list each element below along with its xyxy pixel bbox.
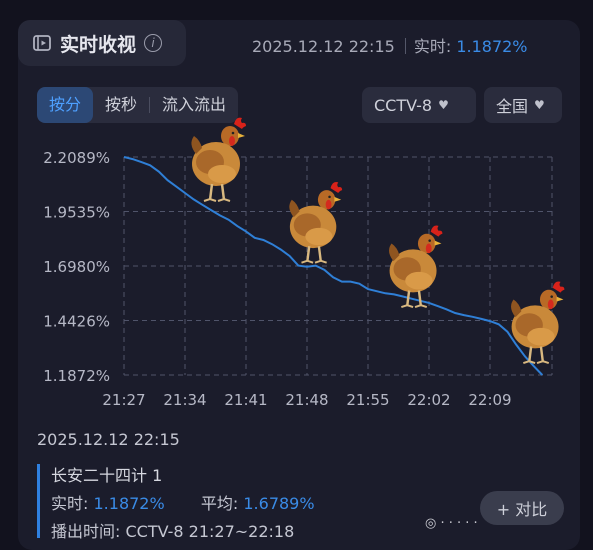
airtime-text: 播出时间: CCTV-8 21:27~22:18 bbox=[51, 522, 295, 541]
x-tick-label: 21:27 bbox=[102, 391, 145, 409]
x-tick-label: 22:02 bbox=[407, 391, 450, 409]
x-tick-label: 21:41 bbox=[224, 391, 267, 409]
x-tick-label: 22:09 bbox=[468, 391, 511, 409]
x-axis-ticks: 21:27 21:34 21:41 21:48 21:55 22:02 22:09 bbox=[102, 391, 511, 409]
y-axis-ticks: 2.2089% 1.9535% 1.6980% 1.4426% 1.1872% bbox=[43, 149, 110, 385]
average-value: 1.6789% bbox=[243, 494, 315, 513]
chicken-image bbox=[389, 225, 443, 309]
detail-datetime: 2025.12.12 22:15 bbox=[37, 430, 180, 449]
y-tick-label: 2.2089% bbox=[43, 149, 110, 167]
x-tick-label: 21:55 bbox=[346, 391, 389, 409]
chicken-image bbox=[289, 181, 343, 264]
ratings-line-chart: 2.2089% 1.9535% 1.6980% 1.4426% 1.1872% 21:2… bbox=[43, 149, 553, 409]
y-tick-label: 1.1872% bbox=[43, 367, 110, 385]
program-title: 长安二十四计 1 bbox=[51, 466, 163, 485]
compare-button[interactable]: + 对比 bbox=[480, 491, 564, 525]
detail-realtime-label: 实时: bbox=[51, 494, 89, 513]
chicken-image bbox=[191, 117, 246, 202]
x-tick-label: 21:48 bbox=[285, 391, 328, 409]
y-tick-label: 1.4426% bbox=[43, 313, 110, 331]
accent-bar bbox=[37, 464, 40, 538]
detail-realtime-value: 1.1872% bbox=[93, 494, 165, 513]
y-tick-label: 1.6980% bbox=[43, 258, 110, 276]
average-label: 平均: bbox=[200, 494, 239, 513]
watermark-text: ◎ · · · · · bbox=[425, 516, 478, 531]
y-tick-label: 1.9535% bbox=[43, 204, 110, 222]
x-tick-label: 21:34 bbox=[163, 391, 206, 409]
rating-row: 实时: 1.1872% 平均: 1.6789% bbox=[51, 490, 315, 514]
chicken-image bbox=[511, 281, 565, 365]
